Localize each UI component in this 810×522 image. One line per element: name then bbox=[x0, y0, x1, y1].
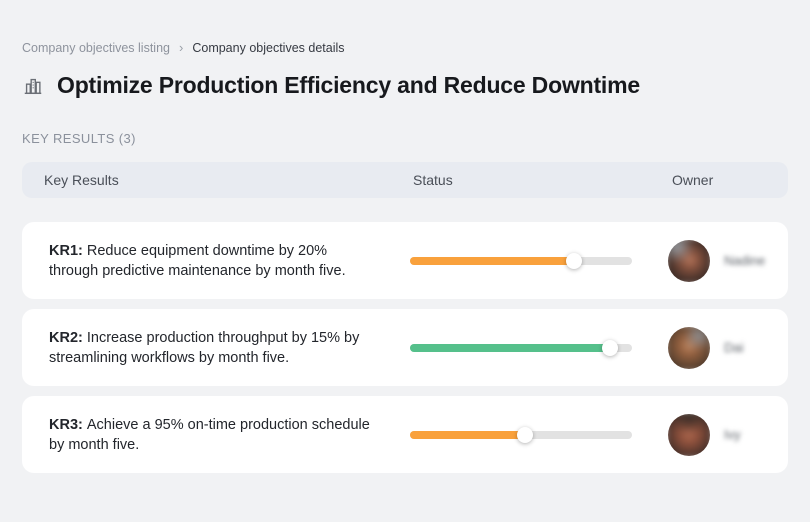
kr-label: KR3: bbox=[49, 416, 87, 433]
slider-knob[interactable] bbox=[566, 252, 583, 269]
progress-fill bbox=[410, 430, 526, 439]
status-cell bbox=[408, 252, 650, 269]
slider-knob[interactable] bbox=[601, 339, 618, 356]
kr-description-text: Achieve a 95% on-time production schedul… bbox=[49, 416, 370, 453]
key-results-list: KR1: Reduce equipment downtime by 20% th… bbox=[22, 222, 788, 473]
column-header-status: Status bbox=[413, 172, 453, 188]
breadcrumb-objectives-listing[interactable]: Company objectives listing bbox=[22, 41, 170, 55]
table-row-kr2: KR2: Increase production throughput by 1… bbox=[22, 309, 788, 386]
buildings-icon bbox=[22, 75, 44, 97]
progress-slider[interactable] bbox=[410, 426, 632, 443]
avatar bbox=[668, 413, 710, 456]
avatar bbox=[668, 239, 710, 282]
breadcrumb: Company objectives listing › Company obj… bbox=[22, 0, 788, 55]
key-results-count-label: KEY RESULTS (3) bbox=[22, 131, 136, 146]
progress-slider[interactable] bbox=[410, 252, 632, 269]
kr-description: KR2: Increase production throughput by 1… bbox=[22, 328, 408, 368]
owner-cell: Nadine bbox=[650, 239, 788, 282]
column-header-key-results: Key Results bbox=[44, 172, 119, 188]
page-title-row: Optimize Production Efficiency and Reduc… bbox=[22, 72, 788, 99]
kr-description: KR3: Achieve a 95% on-time production sc… bbox=[22, 415, 408, 455]
owner-name: Ivy bbox=[724, 427, 741, 442]
objective-details-page: Company objectives listing › Company obj… bbox=[0, 0, 810, 473]
breadcrumb-objectives-details: Company objectives details bbox=[192, 40, 345, 55]
owner-name: Nadine bbox=[724, 253, 766, 268]
status-cell bbox=[408, 339, 650, 356]
kr-label: KR2: bbox=[49, 329, 87, 346]
progress-fill bbox=[410, 343, 610, 352]
page-title: Optimize Production Efficiency and Reduc… bbox=[57, 72, 640, 98]
owner-cell: Dai bbox=[650, 326, 788, 369]
owner-cell: Ivy bbox=[650, 413, 788, 456]
slider-knob[interactable] bbox=[517, 426, 534, 443]
kr-description: KR1: Reduce equipment downtime by 20% th… bbox=[22, 241, 408, 281]
table-row-kr3: KR3: Achieve a 95% on-time production sc… bbox=[22, 396, 788, 473]
kr-description-text: Increase production throughput by 15% by… bbox=[49, 329, 360, 366]
kr-description-text: Reduce equipment downtime by 20% through… bbox=[49, 242, 346, 279]
table-header: Key Results Status Owner bbox=[22, 162, 788, 198]
status-cell bbox=[408, 426, 650, 443]
kr-label: KR1: bbox=[49, 242, 87, 259]
chevron-right-icon: › bbox=[179, 40, 184, 55]
owner-name: Dai bbox=[724, 340, 744, 355]
progress-slider[interactable] bbox=[410, 339, 632, 356]
progress-fill bbox=[410, 256, 575, 265]
avatar bbox=[668, 326, 710, 369]
column-header-owner: Owner bbox=[672, 172, 714, 188]
table-row-kr1: KR1: Reduce equipment downtime by 20% th… bbox=[22, 222, 788, 299]
